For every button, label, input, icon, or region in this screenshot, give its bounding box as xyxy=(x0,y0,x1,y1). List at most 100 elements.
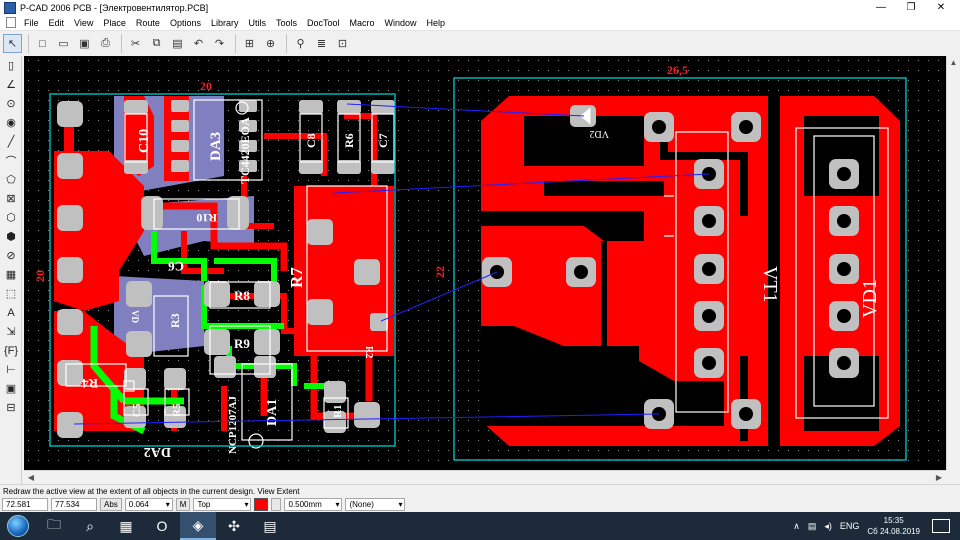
grid-dropdown[interactable]: 0.500mm xyxy=(284,498,343,511)
menu-route[interactable]: Route xyxy=(131,15,165,31)
menu-macro[interactable]: Macro xyxy=(345,15,380,31)
layer-menu-button[interactable] xyxy=(271,498,282,511)
menu-edit[interactable]: Edit xyxy=(44,15,70,31)
place-tool-4[interactable]: ╱ xyxy=(2,133,20,150)
place-tool-15[interactable]: {F} xyxy=(2,342,20,359)
menu-view[interactable]: View xyxy=(69,15,98,31)
place-tool-11[interactable]: ▦ xyxy=(2,266,20,283)
place-tool-7[interactable]: ⊠ xyxy=(2,190,20,207)
menu-window[interactable]: Window xyxy=(380,15,422,31)
drc-icon[interactable]: ⚲ xyxy=(291,34,310,53)
menu-help[interactable]: Help xyxy=(422,15,451,31)
explorer-app[interactable]: 🗀 xyxy=(36,512,72,540)
place-tool-8[interactable]: ⬡ xyxy=(2,209,20,226)
filter-dropdown[interactable]: (None) xyxy=(345,498,406,511)
label-c7: C7 xyxy=(376,133,390,148)
place-tool-17[interactable]: ▣ xyxy=(2,380,20,397)
menu-utils[interactable]: Utils xyxy=(243,15,271,31)
pcb-drawing[interactable]: C10 DA3 TC4420EOA C8 R6 C7 R10 C6 R7 R8 … xyxy=(24,56,946,470)
menu-file[interactable]: File xyxy=(19,15,44,31)
language-indicator[interactable]: ENG xyxy=(840,521,860,531)
place-tool-16[interactable]: ⊢ xyxy=(2,361,20,378)
abs-toggle-button[interactable]: Abs xyxy=(100,498,122,511)
place-tool-9[interactable]: ⬢ xyxy=(2,228,20,245)
window-title: P-CAD 2006 PCB - [Электровентилятор.PCB] xyxy=(20,2,209,13)
place-tool-12[interactable]: ⬚ xyxy=(2,285,20,302)
place-tool-13[interactable]: A xyxy=(2,304,20,321)
layer-color-swatch[interactable] xyxy=(254,498,269,511)
label-r7: R7 xyxy=(287,267,306,288)
zoom-extent-icon[interactable]: ⊕ xyxy=(261,34,280,53)
windows-taskbar: 🗀 ⌕ ▦ O ◈ ✣ ▤ ∧ ▤ ◂) ENG 15:35 Сб 24.08.2019 xyxy=(0,512,960,540)
start-button[interactable] xyxy=(0,512,36,540)
puzzle-app[interactable]: ✣ xyxy=(216,512,252,540)
label-r1: R1 xyxy=(332,405,344,418)
place-tool-1[interactable]: ∠ xyxy=(2,76,20,93)
store-app[interactable]: ▤ xyxy=(252,512,288,540)
scroll-up-icon[interactable]: ▲ xyxy=(947,56,960,70)
undo-icon[interactable]: ↶ xyxy=(189,34,208,53)
layer-icon[interactable]: ≣ xyxy=(312,34,331,53)
vertical-scrollbar[interactable]: ▲ xyxy=(946,56,960,470)
cut-icon[interactable]: ✂ xyxy=(126,34,145,53)
search-app[interactable]: ⌕ xyxy=(72,512,108,540)
paste-icon[interactable]: ▤ xyxy=(168,34,187,53)
pcad-app[interactable]: ◈ xyxy=(180,512,216,540)
scroll-left-icon[interactable]: ◀ xyxy=(24,471,38,485)
windows-logo-icon xyxy=(7,515,29,537)
x-coordinate-field[interactable]: 72.581 xyxy=(2,498,48,511)
maximize-button[interactable]: ❐ xyxy=(896,0,926,15)
pcad-window: P-CAD 2006 PCB - [Электровентилятор.PCB]… xyxy=(0,0,960,540)
system-tray: ∧ ▤ ◂) ENG 15:35 Сб 24.08.2019 xyxy=(793,512,960,540)
toolbar-separator xyxy=(235,34,236,53)
menu-tools[interactable]: Tools xyxy=(271,15,302,31)
place-tool-0[interactable]: ▯ xyxy=(2,57,20,74)
print-icon[interactable]: ⎙ xyxy=(96,34,115,53)
clock[interactable]: 15:35 Сб 24.08.2019 xyxy=(867,515,920,537)
menu-options[interactable]: Options xyxy=(165,15,206,31)
tray-chevron-icon[interactable]: ∧ xyxy=(793,521,800,532)
opera-app[interactable]: O xyxy=(144,512,180,540)
grid-icon[interactable]: ⊡ xyxy=(333,34,352,53)
label-da3-part: TC4420EOA xyxy=(238,117,252,184)
place-tool-5[interactable]: ⌒ xyxy=(2,152,20,169)
toolbar-separator xyxy=(121,34,122,53)
place-tool-14[interactable]: ⇲ xyxy=(2,323,20,340)
pcb-canvas[interactable]: C10 DA3 TC4420EOA C8 R6 C7 R10 C6 R7 R8 … xyxy=(24,56,946,470)
menu-place[interactable]: Place xyxy=(98,15,131,31)
clock-time: 15:35 xyxy=(883,516,904,525)
layer-dropdown[interactable]: Top xyxy=(193,498,252,511)
new-file-icon[interactable]: □ xyxy=(33,34,52,53)
minimize-button[interactable]: — xyxy=(866,0,896,15)
horizontal-scrollbar[interactable]: ◀ ▶ xyxy=(24,470,946,484)
close-button[interactable]: ✕ xyxy=(926,0,956,15)
menu-doctool[interactable]: DocTool xyxy=(302,15,345,31)
save-icon[interactable]: ▣ xyxy=(75,34,94,53)
m-toggle-button[interactable]: M xyxy=(175,498,191,511)
place-tool-10[interactable]: ⊘ xyxy=(2,247,20,264)
tray-network-icon[interactable]: ▤ xyxy=(808,521,817,532)
select-tool-icon[interactable]: ↖ xyxy=(3,34,22,53)
place-tool-6[interactable]: ⬠ xyxy=(2,171,20,188)
tray-volume-icon[interactable]: ◂) xyxy=(824,521,832,532)
notification-icon[interactable] xyxy=(932,519,950,533)
menu-library[interactable]: Library xyxy=(206,15,244,31)
y-coordinate-field[interactable]: 77.534 xyxy=(51,498,97,511)
calculator-app[interactable]: ▦ xyxy=(108,512,144,540)
place-tool-2[interactable]: ⊙ xyxy=(2,95,20,112)
place-tool-3[interactable]: ◉ xyxy=(2,114,20,131)
line-width-dropdown[interactable]: 0.064 xyxy=(124,498,173,511)
place-tool-18[interactable]: ⊟ xyxy=(2,399,20,416)
label-r3: R3 xyxy=(168,313,182,328)
document-icon[interactable] xyxy=(6,17,16,28)
open-file-icon[interactable]: ▭ xyxy=(54,34,73,53)
redo-icon[interactable]: ↷ xyxy=(210,34,229,53)
scroll-right-icon[interactable]: ▶ xyxy=(932,471,946,485)
toolbar-separator xyxy=(28,34,29,53)
label-r4: R4 xyxy=(82,376,98,391)
menu-bar: File Edit View Place Route Options Libra… xyxy=(0,15,960,31)
copy-icon[interactable]: ⧉ xyxy=(147,34,166,53)
label-da3: DA3 xyxy=(208,132,224,161)
zoom-window-icon[interactable]: ⊞ xyxy=(240,34,259,53)
label-vt1: VT1 xyxy=(759,266,781,303)
